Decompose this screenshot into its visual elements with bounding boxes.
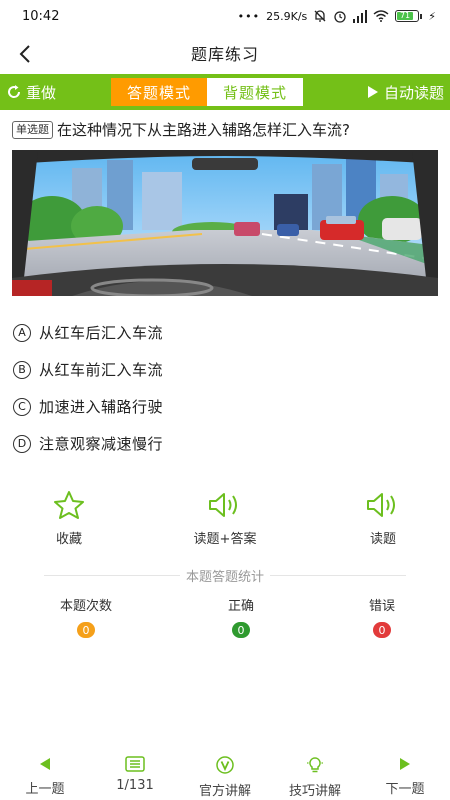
- speaker-icon: [367, 493, 395, 517]
- bottom-nav: 上一题 1/131 官方讲解 技巧讲解 下一题: [0, 752, 450, 800]
- refresh-icon: [8, 85, 21, 98]
- stat-correct: 正确 0: [211, 595, 271, 638]
- option-text: 注意观察减速慢行: [39, 435, 164, 453]
- option-a[interactable]: A 从红车后汇入车流: [0, 314, 450, 351]
- nav-label: 1/131: [116, 778, 154, 793]
- stat-label: 错误: [368, 599, 395, 614]
- triangle-left-icon: [40, 758, 50, 770]
- back-button[interactable]: [12, 41, 38, 67]
- option-text: 从红车前汇入车流: [39, 361, 164, 379]
- option-d[interactable]: D 注意观察减速慢行: [0, 425, 450, 462]
- tab-answer-mode[interactable]: 答题模式: [111, 78, 207, 106]
- next-question-button[interactable]: 下一题: [360, 752, 450, 800]
- nav-label: 官方讲解: [198, 784, 251, 799]
- stat-badge: 0: [232, 622, 250, 638]
- option-letter: A: [13, 323, 31, 342]
- play-icon: [367, 86, 378, 98]
- read-with-answer-button[interactable]: 读题+答案: [180, 490, 270, 547]
- read-question-button[interactable]: 读题: [356, 490, 410, 547]
- v-badge-icon: [216, 756, 234, 774]
- option-letter: C: [13, 397, 31, 416]
- title-bar: 题库练习: [0, 32, 450, 74]
- page-title: 题库练习: [190, 45, 259, 64]
- network-speed: 25.9K/s: [266, 9, 308, 23]
- chevron-left-icon: [19, 45, 30, 63]
- stat-label: 正确: [227, 599, 254, 614]
- option-b[interactable]: B 从红车前汇入车流: [0, 351, 450, 388]
- status-bar: 10:42 ••• 25.9K/s 71 ⚡: [0, 0, 450, 32]
- tips-explanation-button[interactable]: 技巧讲解: [270, 752, 360, 800]
- option-c[interactable]: C 加速进入辅路行驶: [0, 388, 450, 425]
- option-letter: D: [13, 434, 31, 453]
- battery-level: 71: [397, 12, 413, 20]
- mode-tabs: 答题模式 背题模式: [111, 78, 303, 106]
- alarm-icon: [334, 11, 346, 23]
- tab-recite-mode[interactable]: 背题模式: [207, 78, 303, 106]
- option-text: 加速进入辅路行驶: [39, 398, 164, 416]
- read-with-answer-label: 读题+答案: [193, 532, 257, 547]
- status-indicators: ••• 25.9K/s 71 ⚡: [238, 9, 436, 23]
- signal-icon: [353, 9, 368, 23]
- favorite-button[interactable]: 收藏: [41, 490, 97, 547]
- prev-question-button[interactable]: 上一题: [0, 752, 90, 800]
- auto-read-button[interactable]: 自动读题: [367, 74, 444, 110]
- option-text: 从红车后汇入车流: [39, 324, 164, 342]
- question: 单选题 在这种情况下从主路进入辅路怎样汇入车流?: [0, 110, 450, 141]
- action-row: 收藏 读题+答案 读题: [0, 490, 450, 550]
- option-letter: B: [13, 360, 31, 379]
- question-text: 在这种情况下从主路进入辅路怎样汇入车流?: [57, 121, 350, 139]
- stat-label: 本题次数: [59, 599, 112, 614]
- mute-bell-icon: [314, 10, 326, 22]
- wifi-icon: [373, 10, 389, 22]
- triangle-right-icon: [400, 758, 410, 770]
- list-icon: [125, 756, 145, 772]
- stat-attempts: 本题次数 0: [46, 595, 126, 638]
- question-index-button[interactable]: 1/131: [90, 752, 180, 800]
- signal-dots-icon: •••: [237, 9, 261, 23]
- redo-button[interactable]: 重做: [6, 74, 56, 110]
- nav-label: 技巧讲解: [288, 784, 341, 799]
- nav-label: 下一题: [385, 782, 425, 797]
- question-type-badge: 单选题: [12, 121, 53, 139]
- official-explanation-button[interactable]: 官方讲解: [180, 752, 270, 800]
- status-time: 10:42: [22, 8, 60, 24]
- lightbulb-icon: [307, 757, 323, 773]
- mode-bar: 重做 答题模式 背题模式 自动读题: [0, 74, 450, 110]
- star-icon: [54, 491, 84, 519]
- stats-title: 本题答题统计: [0, 566, 450, 585]
- speaker-icon: [209, 493, 237, 517]
- redo-label: 重做: [26, 83, 57, 102]
- stat-badge: 0: [373, 622, 391, 638]
- read-question-label: 读题: [369, 532, 396, 547]
- stats-title-text: 本题答题统计: [179, 570, 270, 585]
- stat-wrong: 错误 0: [352, 595, 412, 638]
- question-image: [12, 150, 438, 296]
- nav-label: 上一题: [25, 782, 65, 797]
- auto-read-label: 自动读题: [383, 83, 444, 102]
- favorite-label: 收藏: [55, 532, 82, 547]
- options-list: A 从红车后汇入车流 B 从红车前汇入车流 C 加速进入辅路行驶 D 注意观察减…: [0, 314, 450, 462]
- stat-badge: 0: [77, 622, 95, 638]
- charging-bolt-icon: ⚡: [428, 9, 436, 23]
- battery-icon: 71: [395, 10, 423, 22]
